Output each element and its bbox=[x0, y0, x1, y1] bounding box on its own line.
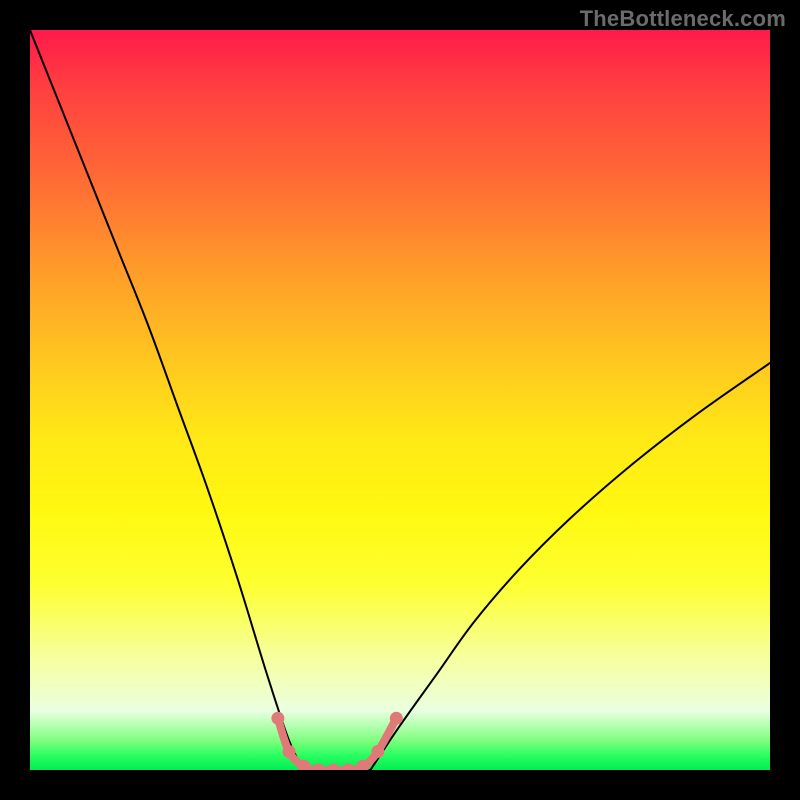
highlight-dot bbox=[390, 712, 403, 725]
chart-frame: TheBottleneck.com bbox=[0, 0, 800, 800]
highlight-dot bbox=[271, 712, 284, 725]
watermark-text: TheBottleneck.com bbox=[580, 6, 786, 32]
curve-layer bbox=[30, 30, 770, 770]
plot-area bbox=[30, 30, 770, 770]
highlight-dot bbox=[327, 764, 340, 771]
left-curve bbox=[30, 30, 304, 770]
highlight-dot bbox=[371, 745, 384, 758]
highlight-dot bbox=[312, 764, 325, 771]
right-curve bbox=[370, 363, 770, 770]
highlight-dot bbox=[283, 745, 296, 758]
valley-highlight-curve bbox=[278, 718, 396, 770]
highlight-dot bbox=[342, 764, 355, 771]
